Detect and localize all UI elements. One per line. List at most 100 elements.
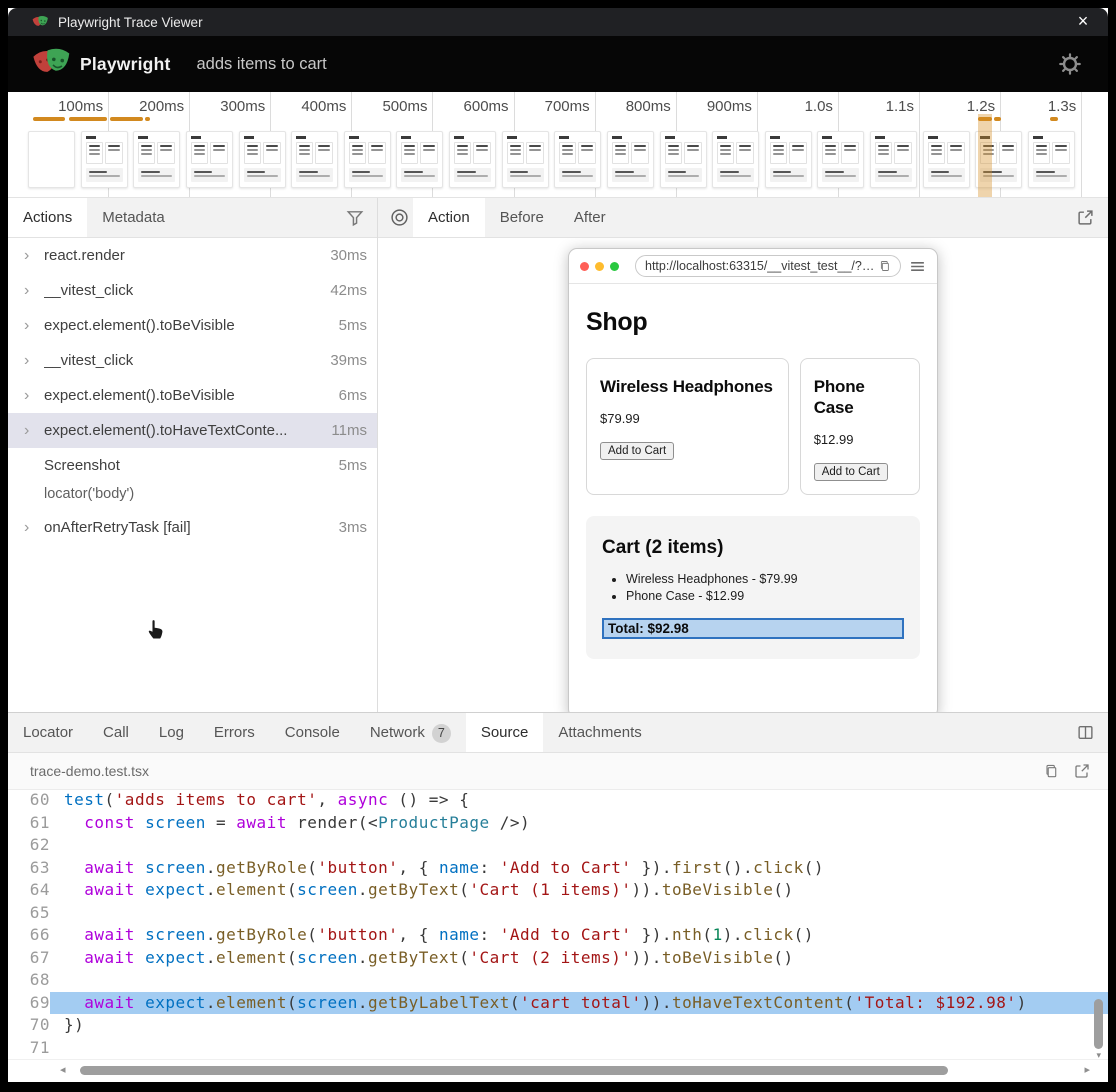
action-sublabel: locator('body')	[8, 483, 377, 510]
filmstrip-thumbnail[interactable]	[502, 131, 549, 188]
chevron-right-icon[interactable]: ›	[24, 422, 44, 440]
filmstrip-thumbnail[interactable]	[870, 131, 917, 188]
chevron-right-icon[interactable]: ›	[24, 247, 44, 265]
pick-locator-target-icon[interactable]	[390, 208, 409, 227]
filmstrip-thumbnail[interactable]	[449, 131, 496, 188]
horizontal-scrollbar-thumb[interactable]	[80, 1066, 948, 1075]
chevron-right-icon[interactable]: ›	[24, 352, 44, 370]
chevron-right-icon[interactable]: ›	[24, 282, 44, 300]
copy-source-icon[interactable]	[1044, 763, 1059, 779]
line-number: 67	[8, 947, 50, 970]
action-duration: 3ms	[331, 519, 367, 536]
code-line: 64 await expect.element(screen.getByText…	[8, 879, 1108, 902]
action-item[interactable]: Screenshot5ms	[8, 448, 377, 483]
timeline-activity-bar	[994, 117, 1001, 121]
action-label: __vitest_click	[44, 282, 133, 299]
filmstrip-thumbnail[interactable]	[765, 131, 812, 188]
action-item[interactable]: ›expect.element().toBeVisible 6ms	[8, 378, 377, 413]
line-number: 66	[8, 924, 50, 947]
tab-before[interactable]: Before	[485, 198, 559, 237]
scroll-right-arrow-icon[interactable]: ▸	[1084, 1063, 1090, 1076]
line-number: 60	[8, 789, 50, 812]
browser-menu-icon[interactable]	[909, 258, 926, 275]
product-card: Wireless Headphones$79.99Add to Cart	[586, 358, 789, 495]
filmstrip-thumbnail[interactable]	[291, 131, 338, 188]
filmstrip-thumbnail[interactable]	[817, 131, 864, 188]
chevron-right-icon[interactable]: ›	[24, 387, 44, 405]
actions-list: ›react.render30ms›__vitest_click42ms›exp…	[8, 238, 377, 712]
timeline-tick-label: 900ms	[707, 98, 757, 115]
action-label: expect.element().toBeVisible	[44, 387, 235, 404]
action-item[interactable]: ›__vitest_click39ms	[8, 343, 377, 378]
code-line: 69 await expect.element(screen.getByLabe…	[8, 992, 1108, 1015]
snapshot-browser-window: http://localhost:63315/__vitest_test__/?…	[568, 248, 938, 712]
filmstrip-thumbnail[interactable]	[344, 131, 391, 188]
product-price: $79.99	[600, 411, 775, 426]
filter-funnel-icon[interactable]	[346, 209, 364, 227]
tab-source[interactable]: Source	[466, 713, 544, 752]
copy-url-icon[interactable]	[879, 259, 891, 273]
settings-gear-icon[interactable]	[1058, 52, 1082, 76]
playwright-masks-icon	[32, 14, 49, 31]
filmstrip-thumbnail[interactable]	[28, 131, 75, 188]
action-item[interactable]: ›react.render30ms	[8, 238, 377, 273]
chevron-right-icon[interactable]: ›	[24, 317, 44, 335]
tab-attachments[interactable]: Attachments	[543, 713, 656, 752]
filmstrip-thumbnail[interactable]	[1028, 131, 1075, 188]
filmstrip-thumbnail[interactable]	[81, 131, 128, 188]
code-text: })	[50, 1014, 1108, 1037]
product-card: Phone Case$12.99Add to Cart	[800, 358, 920, 495]
filmstrip-thumbnail[interactable]	[607, 131, 654, 188]
tab-call[interactable]: Call	[88, 713, 144, 752]
main-area: ActionsMetadata ›react.render30ms›__vite…	[8, 198, 1108, 712]
app-name: Playwright	[80, 54, 171, 75]
code-text: await expect.element(screen.getByLabelTe…	[50, 992, 1108, 1015]
tab-log[interactable]: Log	[144, 713, 199, 752]
split-columns-icon[interactable]	[1077, 724, 1094, 741]
cart-item: Phone Case - $12.99	[626, 589, 904, 603]
tab-errors[interactable]: Errors	[199, 713, 270, 752]
close-icon[interactable]: ×	[1072, 11, 1094, 33]
scroll-left-arrow-icon[interactable]: ◂	[60, 1063, 66, 1076]
action-item[interactable]: ›expect.element().toHaveTextConte...11ms	[8, 413, 377, 448]
filmstrip-thumbnail[interactable]	[239, 131, 286, 188]
vertical-scrollbar-thumb[interactable]	[1094, 999, 1103, 1049]
filmstrip-thumbnail[interactable]	[186, 131, 233, 188]
action-label: Screenshot	[44, 457, 120, 474]
tab-console[interactable]: Console	[270, 713, 355, 752]
action-item[interactable]: ›onAfterRetryTask [fail]3ms	[8, 510, 377, 545]
code-line: 61 const screen = await render(<ProductP…	[8, 812, 1108, 835]
line-number: 64	[8, 879, 50, 902]
filmstrip-thumbnail[interactable]	[554, 131, 601, 188]
tab-action[interactable]: Action	[413, 198, 485, 237]
open-source-external-icon[interactable]	[1074, 763, 1090, 779]
timeline[interactable]: 100ms200ms300ms400ms500ms600ms700ms800ms…	[8, 92, 1108, 198]
action-duration: 6ms	[331, 387, 367, 404]
filmstrip-thumbnail[interactable]	[133, 131, 180, 188]
snapshot-page: Shop Wireless Headphones$79.99Add to Car…	[569, 284, 937, 659]
open-external-icon[interactable]	[1077, 209, 1094, 226]
add-to-cart-button[interactable]: Add to Cart	[814, 463, 888, 481]
filmstrip-thumbnail[interactable]	[396, 131, 443, 188]
address-bar[interactable]: http://localhost:63315/__vitest_test__/?…	[635, 255, 901, 277]
source-file-header: trace-demo.test.tsx	[8, 753, 1108, 790]
source-file-name: trace-demo.test.tsx	[30, 763, 149, 779]
code-text: const screen = await render(<ProductPage…	[50, 812, 1108, 835]
filmstrip-thumbnail[interactable]	[712, 131, 759, 188]
action-item[interactable]: ›__vitest_click42ms	[8, 273, 377, 308]
tab-actions[interactable]: Actions	[8, 198, 87, 237]
tab-after[interactable]: After	[559, 198, 621, 237]
filmstrip-thumbnail[interactable]	[660, 131, 707, 188]
tab-network[interactable]: Network7	[355, 713, 466, 752]
app-header: Playwright adds items to cart	[8, 36, 1108, 92]
tab-metadata[interactable]: Metadata	[87, 198, 180, 237]
filmstrip-thumbnail[interactable]	[923, 131, 970, 188]
add-to-cart-button[interactable]: Add to Cart	[600, 442, 674, 460]
trace-viewer-window: Playwright Trace Viewer × Playwright add…	[8, 8, 1108, 1080]
chevron-right-icon[interactable]: ›	[24, 519, 44, 537]
action-item[interactable]: ›expect.element().toBeVisible5ms	[8, 308, 377, 343]
horizontal-scrollbar[interactable]: ◂ ▸	[8, 1059, 1108, 1082]
code-text: await screen.getByRole('button', { name:…	[50, 857, 1108, 880]
tab-locator[interactable]: Locator	[8, 713, 88, 752]
mouse-hand-cursor	[146, 618, 167, 641]
